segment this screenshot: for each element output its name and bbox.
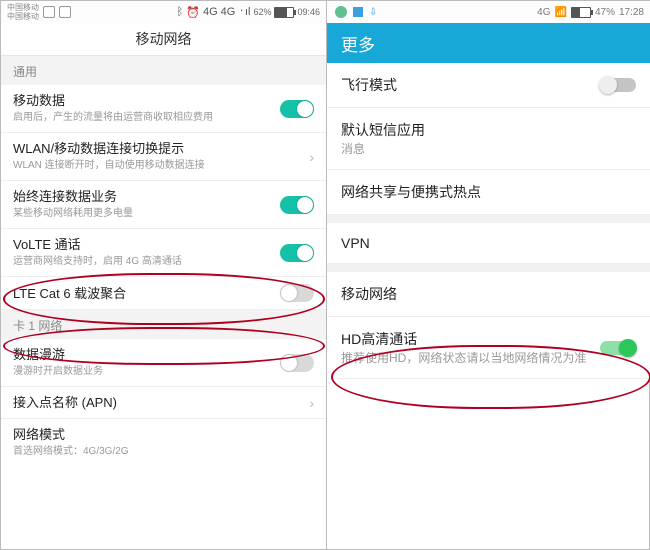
toggle-airplane[interactable] [600,78,636,92]
carrier-1: 中国移动 [7,3,39,12]
section-gap [327,215,650,223]
section-header-general: 通用 [1,56,326,85]
signal-icon: ᛫ıl [238,6,250,18]
bluetooth-icon: ᛒ [177,6,184,18]
app-icon [43,6,55,18]
chevron-right-icon: › [301,395,314,411]
net-label: 4G [537,7,550,18]
download-icon: ⇩ [369,7,377,18]
chevron-right-icon: › [301,149,314,165]
page-title: 移动网络 [1,23,326,56]
signal-icon: 📶 [555,7,567,18]
row-default-sms[interactable]: 默认短信应用消息 [327,108,650,170]
row-vpn[interactable]: VPN [327,223,650,264]
battery-pct: 47% [595,7,615,18]
app-badge-icon [353,7,363,17]
row-always-connect-data[interactable]: 始终连接数据业务某些移动网络耗用更多电量 [1,181,326,229]
phone-right: ⇩ 4G 📶 47% 17:28 更多 飞行模式 默认短信应用消息 网络共享与便… [327,1,650,549]
row-data-roaming[interactable]: 数据漫游漫游时开启数据业务 [1,339,326,387]
carrier-2: 中国移动 [7,12,39,21]
phone-left: 中国移动 中国移动 ᛒ ⏰ 4G 4G ᛫ıl 62% 09:46 移动网络 通… [1,1,327,549]
alarm-icon: ⏰ [186,6,200,19]
app-icon [59,6,71,18]
toggle-hd-voice[interactable] [600,341,636,355]
battery-icon [274,7,294,18]
clock: 09:46 [297,7,320,17]
page-title: 更多 [327,23,650,63]
row-mobile-data[interactable]: 移动数据启用后，产生的流量将由运营商收取相应费用 [1,85,326,133]
net-2: 4G [221,6,236,18]
row-network-mode[interactable]: 网络模式首选网络模式：4G/3G/2G [1,419,326,466]
row-lte-cat6[interactable]: LTE Cat 6 载波聚合 [1,277,326,310]
status-bar: ⇩ 4G 📶 47% 17:28 [327,1,650,23]
status-bar: 中国移动 中国移动 ᛒ ⏰ 4G 4G ᛫ıl 62% 09:46 [1,1,326,23]
section-gap [327,264,650,272]
row-mobile-network[interactable]: 移动网络 [327,272,650,317]
toggle-always-connect[interactable] [280,196,314,214]
row-wlan-switch-prompt[interactable]: WLAN/移动数据连接切换提示WLAN 连接断开时，自动使用移动数据连接 › [1,133,326,181]
row-tethering[interactable]: 网络共享与便携式热点 [327,170,650,215]
row-volte[interactable]: VoLTE 通话运营商网络支持时，启用 4G 高清通话 [1,229,326,277]
battery-pct: 62% [253,7,271,17]
section-header-sim1: 卡 1 网络 [1,310,326,339]
toggle-lte-cat6[interactable] [280,284,314,302]
battery-icon [571,7,591,18]
clock: 17:28 [619,7,644,18]
toggle-mobile-data[interactable] [280,100,314,118]
app-dot-icon [335,6,347,18]
row-apn[interactable]: 接入点名称 (APN) › [1,387,326,419]
row-hd-voice[interactable]: HD高清通话推荐使用HD，网络状态请以当地网络情况为准 [327,317,650,379]
toggle-volte[interactable] [280,244,314,262]
row-airplane-mode[interactable]: 飞行模式 [327,63,650,108]
toggle-data-roaming[interactable] [280,354,314,372]
net-1: 4G [203,6,218,18]
